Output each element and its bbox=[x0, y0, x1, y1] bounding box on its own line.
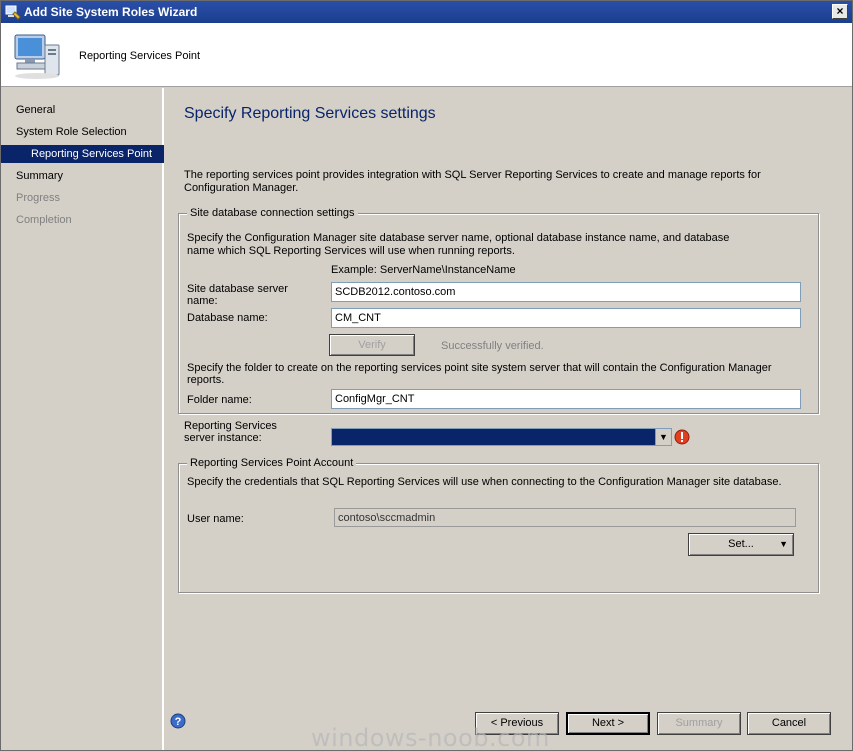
wizard-window: Add Site System Roles Wizard × Reporting… bbox=[0, 0, 853, 752]
account-description: Specify the credentials that SQL Reporti… bbox=[187, 476, 782, 488]
database-name-label: Database name: bbox=[187, 312, 268, 324]
wizard-app-icon bbox=[5, 5, 21, 20]
verify-status-text: Successfully verified. bbox=[441, 340, 544, 352]
folder-name-input[interactable]: ConfigMgr_CNT bbox=[331, 389, 801, 409]
database-name-input[interactable]: CM_CNT bbox=[331, 308, 801, 328]
dropdown-arrow-icon: ▼ bbox=[779, 539, 788, 549]
server-name-label: Site database server name: bbox=[187, 283, 288, 307]
user-name-field: contoso\sccmadmin bbox=[334, 508, 796, 527]
title-bar: Add Site System Roles Wizard × bbox=[1, 1, 852, 23]
set-account-button[interactable]: Set... ▼ bbox=[688, 533, 794, 556]
next-button[interactable]: Next > bbox=[566, 712, 650, 735]
error-icon bbox=[674, 429, 690, 445]
watermark-text: windows-noob.com bbox=[311, 724, 550, 752]
nav-item-progress: Progress bbox=[16, 192, 61, 204]
main-content: Specify Reporting Services settings The … bbox=[166, 88, 852, 708]
db-group-description: Specify the Configuration Manager site d… bbox=[187, 232, 730, 257]
nav-item-general[interactable]: General bbox=[1, 101, 164, 119]
nav-item-system-role-selection[interactable]: System Role Selection bbox=[1, 123, 164, 141]
nav-item-completion: Completion bbox=[16, 214, 72, 226]
chevron-down-icon[interactable]: ▼ bbox=[655, 429, 671, 445]
account-group: Reporting Services Point Account Specify… bbox=[178, 457, 819, 593]
instance-label: Reporting Services server instance: bbox=[184, 420, 277, 444]
close-icon: × bbox=[836, 4, 844, 18]
wizard-header: Reporting Services Point bbox=[1, 23, 852, 87]
nav-item-summary[interactable]: Summary bbox=[1, 167, 164, 185]
db-group-legend: Site database connection settings bbox=[187, 207, 358, 220]
page-title: Specify Reporting Services settings bbox=[184, 105, 436, 122]
account-group-legend: Reporting Services Point Account bbox=[187, 457, 357, 470]
server-instance-dropdown[interactable]: ▼ bbox=[331, 428, 672, 446]
intro-text: The reporting services point provides in… bbox=[184, 169, 761, 194]
user-name-label: User name: bbox=[187, 513, 244, 525]
folder-description: Specify the folder to create on the repo… bbox=[187, 362, 772, 386]
summary-button[interactable]: Summary bbox=[657, 712, 741, 735]
folder-name-label: Folder name: bbox=[187, 394, 252, 406]
wizard-nav: General System Role Selection Reporting … bbox=[1, 88, 164, 750]
verify-button[interactable]: Verify bbox=[329, 334, 415, 356]
example-text: Example: ServerName\InstanceName bbox=[331, 264, 516, 276]
nav-item-reporting-services-point[interactable]: Reporting Services Point bbox=[1, 145, 164, 163]
set-button-label: Set... bbox=[728, 538, 754, 550]
cancel-button[interactable]: Cancel bbox=[747, 712, 831, 735]
help-icon[interactable]: ? bbox=[170, 713, 186, 729]
computer-icon bbox=[14, 34, 60, 79]
db-connection-group: Site database connection settings Specif… bbox=[178, 207, 819, 414]
server-name-input[interactable]: SCDB2012.contoso.com bbox=[331, 282, 801, 302]
close-button[interactable]: × bbox=[832, 4, 848, 19]
window-title: Add Site System Roles Wizard bbox=[24, 5, 198, 19]
header-title: Reporting Services Point bbox=[79, 50, 201, 62]
svg-text:?: ? bbox=[175, 716, 182, 728]
